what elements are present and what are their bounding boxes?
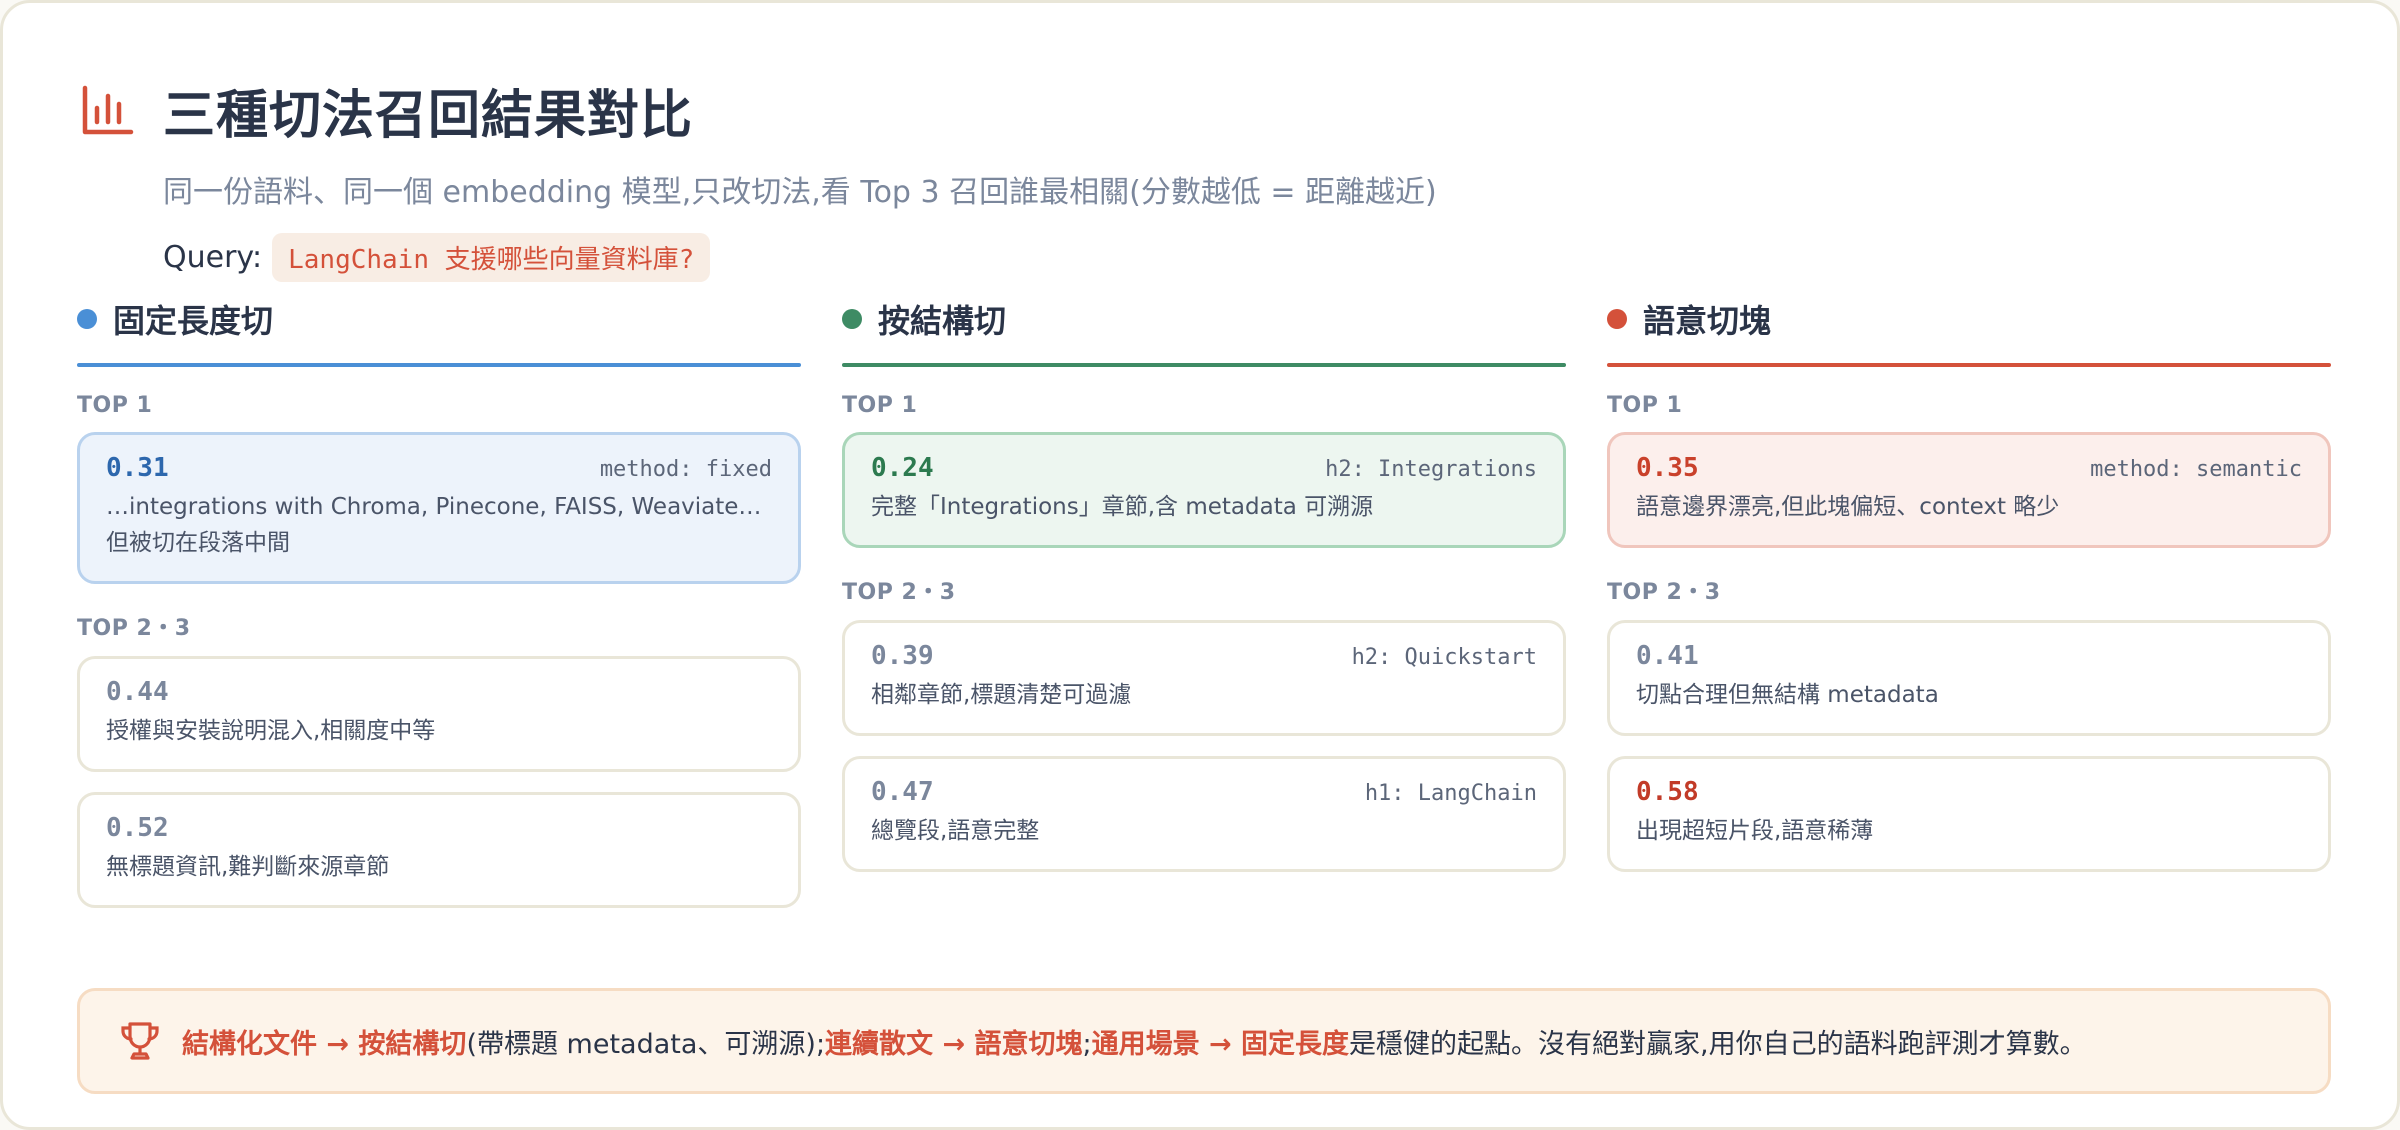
chunk-tag: h2: Integrations [1325, 457, 1537, 482]
score: 0.39 [871, 641, 934, 671]
query-pill: LangChain 支援哪些向量資料庫? [272, 233, 711, 282]
score: 0.35 [1636, 453, 1699, 483]
column-fixed: 固定長度切 TOP 1 0.31 method: fixed …integrat… [77, 293, 801, 928]
query-row: Query: LangChain 支援哪些向量資料庫? [163, 233, 2339, 282]
result-card: 0.52 無標題資訊,難判斷來源章節 [77, 792, 801, 908]
score: 0.41 [1636, 641, 1699, 671]
chunk-tag: h1: LangChain [1364, 781, 1537, 806]
score: 0.52 [106, 813, 169, 843]
red-dot-icon [1607, 309, 1627, 329]
chunk-tag: h2: Quickstart [1351, 645, 1537, 670]
result-description: 無標題資訊,難判斷來源章節 [106, 854, 390, 880]
blue-dot-icon [77, 309, 97, 329]
score: 0.58 [1636, 777, 1699, 807]
conclusion-banner: 結構化文件 → 按結構切(帶標題 metadata、可溯源);連續散文 → 語意… [77, 988, 2331, 1094]
result-card-top1: 0.31 method: fixed …integrations with Ch… [77, 432, 801, 584]
top1-label: TOP 1 [1607, 393, 1683, 418]
highlight-general: 通用場景 → 固定長度 [1091, 1028, 1350, 1060]
score: 0.31 [106, 453, 169, 483]
result-card-top1: 0.35 method: semantic 語意邊界漂亮,但此塊偏短、conte… [1607, 432, 2331, 548]
column-structure: 按結構切 TOP 1 0.24 h2: Integrations 完整「Inte… [842, 293, 1566, 928]
top23-label: TOP 2・3 [842, 580, 956, 605]
top1-label: TOP 1 [77, 393, 153, 418]
column-divider [77, 363, 801, 367]
chunk-tag: method: semantic [2090, 457, 2302, 482]
conclusion-text: 結構化文件 → 按結構切(帶標題 metadata、可溯源);連續散文 → 語意… [182, 1022, 2087, 1061]
top1-label: TOP 1 [842, 393, 918, 418]
result-description: 相鄰章節,標題清楚可過濾 [871, 682, 1132, 708]
footer-text-1: (帶標題 metadata、可溯源); [466, 1028, 826, 1060]
top23-label: TOP 2・3 [1607, 580, 1721, 605]
column-divider [842, 363, 1566, 367]
highlight-prose: 連續散文 → 語意切塊 [825, 1028, 1083, 1060]
page-title: 三種切法召回結果對比 [163, 85, 694, 146]
column-divider [1607, 363, 2331, 367]
result-description: 完整「Integrations」章節,含 metadata 可溯源 [871, 494, 1374, 520]
column-header: 語意切塊 [1607, 293, 2331, 353]
chunk-tag: method: fixed [599, 457, 772, 482]
green-dot-icon [842, 309, 862, 329]
result-card: 0.58 出現超短片段,語意稀薄 [1607, 756, 2331, 872]
result-description: 出現超短片段,語意稀薄 [1636, 818, 1874, 844]
column-title: 語意切塊 [1643, 302, 1772, 340]
column-semantic: 語意切塊 TOP 1 0.35 method: semantic 語意邊界漂亮,… [1607, 293, 2331, 928]
footer-text-3: 是穩健的起點。沒有絕對贏家,用你自己的語料跑評測才算數。 [1349, 1028, 2087, 1060]
column-title: 按結構切 [878, 302, 1007, 340]
comparison-card: 三種切法召回結果對比 同一份語料、同一個 embedding 模型,只改切法,看… [0, 0, 2400, 1130]
column-header: 固定長度切 [77, 293, 801, 353]
highlight-structured: 結構化文件 → 按結構切 [182, 1028, 467, 1060]
top23-label: TOP 2・3 [77, 616, 191, 641]
trophy-icon [121, 1022, 159, 1060]
column-header: 按結構切 [842, 293, 1566, 353]
score: 0.24 [871, 453, 934, 483]
result-description: 授權與安裝說明混入,相關度中等 [106, 718, 436, 744]
result-card: 0.44 授權與安裝說明混入,相關度中等 [77, 656, 801, 772]
method-columns: 固定長度切 TOP 1 0.31 method: fixed …integrat… [77, 293, 2331, 928]
result-description: 語意邊界漂亮,但此塊偏短、context 略少 [1636, 494, 2060, 520]
header: 三種切法召回結果對比 同一份語料、同一個 embedding 模型,只改切法,看… [79, 75, 2339, 282]
score: 0.47 [871, 777, 934, 807]
result-description: 切點合理但無結構 metadata [1636, 682, 1939, 708]
column-title: 固定長度切 [113, 302, 274, 340]
result-card: 0.47 h1: LangChain 總覽段,語意完整 [842, 756, 1566, 872]
result-card: 0.41 切點合理但無結構 metadata [1607, 620, 2331, 736]
score: 0.44 [106, 677, 169, 707]
title-row: 三種切法召回結果對比 [79, 75, 2339, 146]
result-card-top1: 0.24 h2: Integrations 完整「Integrations」章節… [842, 432, 1566, 548]
result-description: 總覽段,語意完整 [871, 818, 1040, 844]
result-card: 0.39 h2: Quickstart 相鄰章節,標題清楚可過濾 [842, 620, 1566, 736]
page-subtitle: 同一份語料、同一個 embedding 模型,只改切法,看 Top 3 召回誰最… [163, 175, 1437, 210]
bar-chart-icon [82, 85, 134, 135]
query-label: Query: [163, 240, 263, 275]
footer-text-2: ; [1082, 1028, 1092, 1060]
result-description: …integrations with Chroma, Pinecone, FAI… [106, 494, 762, 556]
